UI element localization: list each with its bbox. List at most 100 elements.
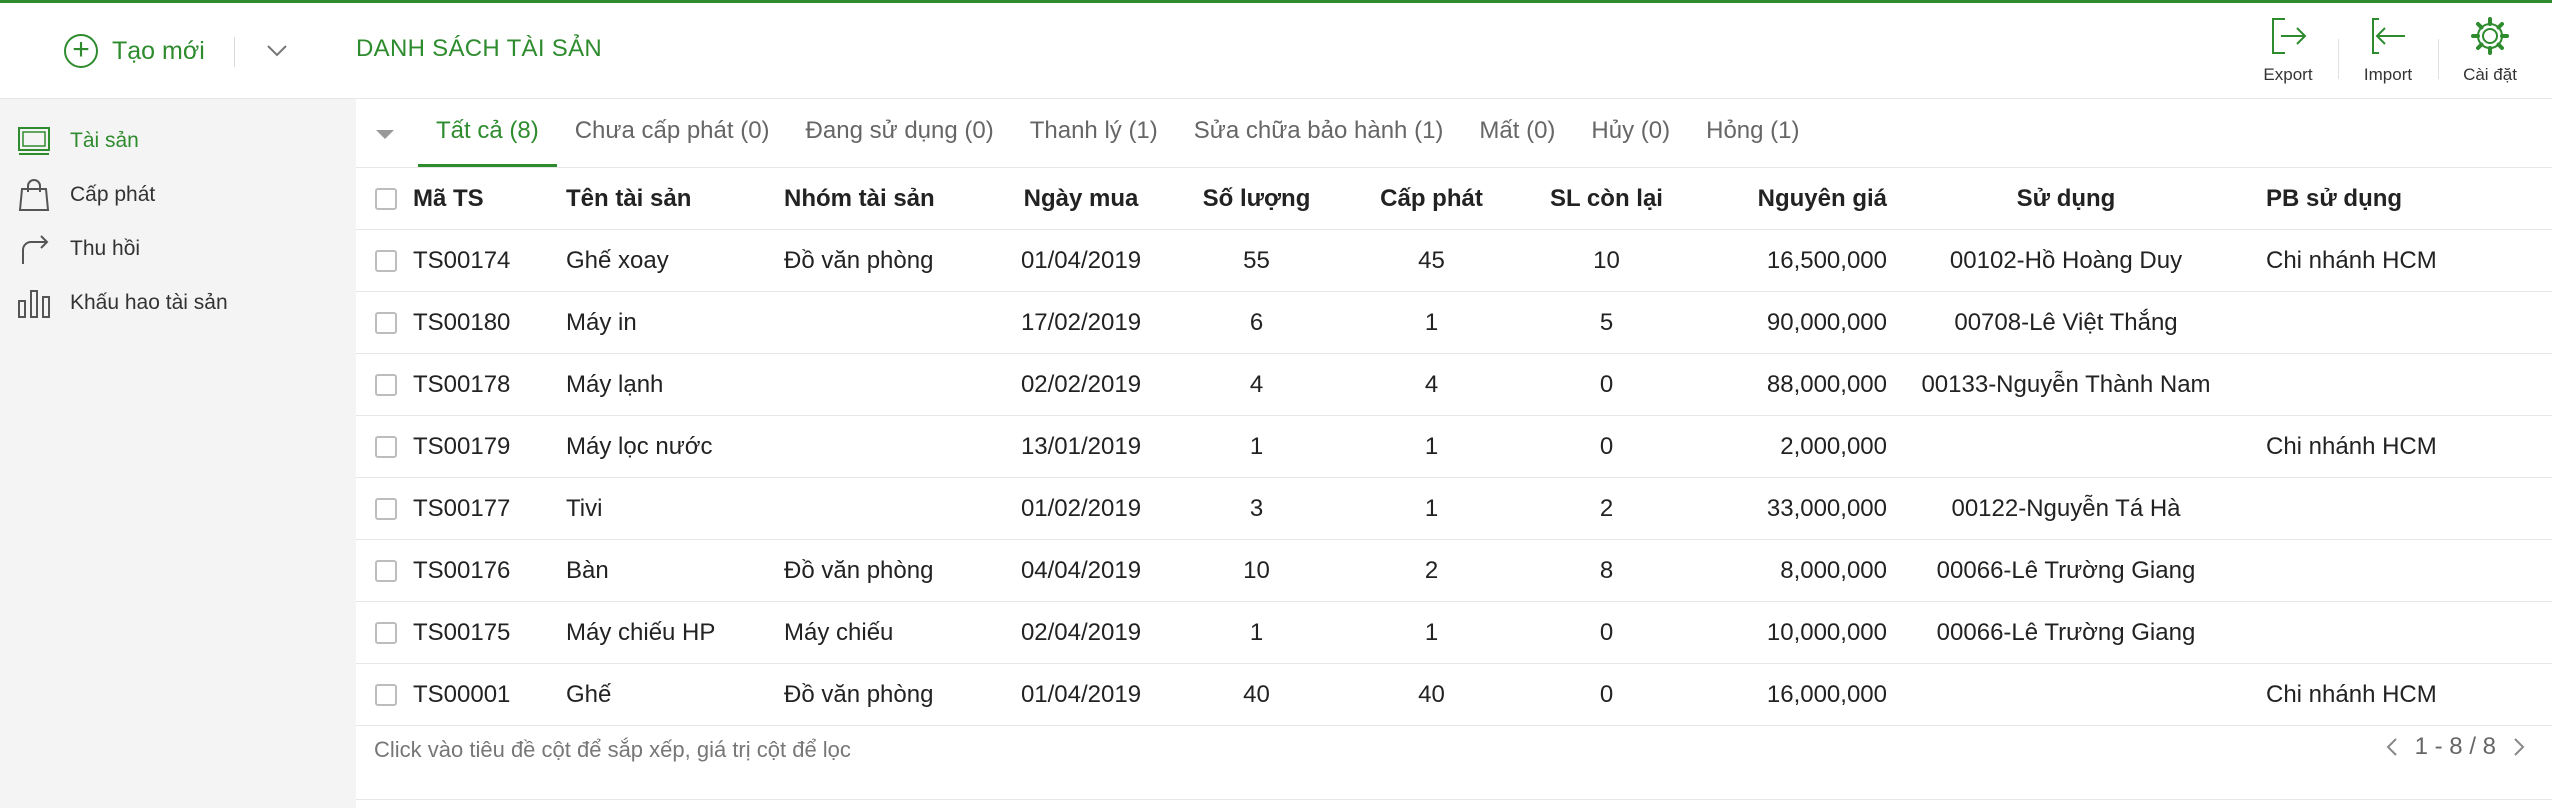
cell-purchase-date[interactable]: 17/02/2019 — [993, 291, 1169, 354]
cell-allocated[interactable]: 40 — [1344, 663, 1519, 726]
cell-asset-code[interactable]: TS00180 — [412, 291, 565, 354]
cell-department[interactable] — [2244, 539, 2552, 602]
cell-asset-name[interactable]: Bàn — [565, 539, 783, 602]
table-row[interactable]: TS00178 Máy lạnh 02/02/2019 4 4 0 88,000,000 00… — [356, 353, 2552, 416]
tab-thanh-ly[interactable]: Thanh lý (1) — [1012, 99, 1176, 167]
tab-tat-ca[interactable]: Tất cả (8) — [418, 99, 557, 167]
cell-purchase-date[interactable]: 01/04/2019 — [993, 229, 1169, 292]
next-page-icon[interactable] — [2506, 729, 2532, 765]
tab-huy[interactable]: Hủy (0) — [1573, 99, 1688, 167]
cell-asset-group[interactable]: Máy chiếu — [783, 601, 993, 664]
table-row[interactable]: TS00001 Ghế Đồ văn phòng 01/04/2019 40 40 0 16,… — [356, 663, 2552, 726]
table-row[interactable]: TS00176 Bàn Đồ văn phòng 04/04/2019 10 2 8 8,00… — [356, 539, 2552, 602]
cell-user[interactable] — [1888, 663, 2244, 726]
cell-remaining[interactable]: 5 — [1519, 291, 1694, 354]
cell-purchase-date[interactable]: 13/01/2019 — [993, 415, 1169, 478]
cell-remaining[interactable]: 0 — [1519, 415, 1694, 478]
cell-department[interactable]: Chi nhánh HCM — [2244, 663, 2552, 726]
cell-quantity[interactable]: 6 — [1169, 291, 1344, 354]
tab-hong[interactable]: Hỏng (1) — [1688, 99, 1817, 167]
row-checkbox[interactable] — [375, 559, 397, 582]
row-checkbox[interactable] — [375, 497, 397, 520]
export-button[interactable]: Export — [2253, 13, 2323, 85]
cell-asset-group[interactable] — [783, 477, 993, 540]
table-row[interactable]: TS00179 Máy lọc nước 13/01/2019 1 1 0 2,000,00… — [356, 415, 2552, 478]
cell-remaining[interactable]: 0 — [1519, 601, 1694, 664]
column-header-so-luong[interactable]: Số lượng — [1169, 168, 1344, 230]
create-new-button[interactable]: + Tạo mới — [64, 31, 205, 71]
cell-asset-name[interactable]: Ghế — [565, 663, 783, 726]
cell-original-price[interactable]: 16,000,000 — [1694, 663, 1888, 726]
cell-asset-group[interactable] — [783, 291, 993, 354]
cell-asset-name[interactable]: Tivi — [565, 477, 783, 540]
cell-asset-name[interactable]: Máy lạnh — [565, 353, 783, 416]
column-header-ngay-mua[interactable]: Ngày mua — [993, 168, 1169, 230]
cell-user[interactable]: 00066-Lê Trường Giang — [1888, 601, 2244, 664]
cell-allocated[interactable]: 4 — [1344, 353, 1519, 416]
row-checkbox[interactable] — [375, 311, 397, 334]
cell-quantity[interactable]: 4 — [1169, 353, 1344, 416]
cell-asset-group[interactable]: Đồ văn phòng — [783, 229, 993, 292]
table-row[interactable]: TS00175 Máy chiếu HP Máy chiếu 02/04/2019 1 1… — [356, 601, 2552, 664]
cell-department[interactable] — [2244, 601, 2552, 664]
cell-quantity[interactable]: 1 — [1169, 415, 1344, 478]
cell-asset-group[interactable]: Đồ văn phòng — [783, 539, 993, 602]
cell-allocated[interactable]: 1 — [1344, 477, 1519, 540]
row-checkbox[interactable] — [375, 249, 397, 272]
cell-asset-group[interactable]: Đồ văn phòng — [783, 663, 993, 726]
cell-purchase-date[interactable]: 04/04/2019 — [993, 539, 1169, 602]
sidebar-item-tai-san[interactable]: Tài sản — [16, 123, 336, 159]
cell-user[interactable]: 00133-Nguyễn Thành Nam — [1888, 353, 2244, 416]
tab-dang-su-dung[interactable]: Đang sử dụng (0) — [788, 99, 1012, 167]
cell-asset-group[interactable] — [783, 353, 993, 416]
cell-asset-code[interactable]: TS00179 — [412, 415, 565, 478]
cell-asset-code[interactable]: TS00001 — [412, 663, 565, 726]
cell-user[interactable] — [1888, 415, 2244, 478]
cell-remaining[interactable]: 0 — [1519, 663, 1694, 726]
cell-department[interactable]: Chi nhánh HCM — [2244, 229, 2552, 292]
cell-purchase-date[interactable]: 01/04/2019 — [993, 663, 1169, 726]
cell-original-price[interactable]: 8,000,000 — [1694, 539, 1888, 602]
cell-asset-name[interactable]: Máy chiếu HP — [565, 601, 783, 664]
cell-user[interactable]: 00708-Lê Việt Thắng — [1888, 291, 2244, 354]
tab-sua-chua-bao-hanh[interactable]: Sửa chữa bảo hành (1) — [1176, 99, 1462, 167]
column-header-nguyen-gia[interactable]: Nguyên giá — [1694, 168, 1888, 230]
cell-allocated[interactable]: 2 — [1344, 539, 1519, 602]
column-header-ma-ts[interactable]: Mã TS — [412, 168, 565, 230]
cell-allocated[interactable]: 1 — [1344, 291, 1519, 354]
column-header-ten-tai-san[interactable]: Tên tài sản — [565, 168, 783, 230]
row-checkbox[interactable] — [375, 621, 397, 644]
cell-asset-name[interactable]: Ghế xoay — [565, 229, 783, 292]
cell-remaining[interactable]: 8 — [1519, 539, 1694, 602]
cell-remaining[interactable]: 10 — [1519, 229, 1694, 292]
cell-original-price[interactable]: 2,000,000 — [1694, 415, 1888, 478]
column-header-su-dung[interactable]: Sử dụng — [1888, 168, 2244, 230]
cell-quantity[interactable]: 40 — [1169, 663, 1344, 726]
cell-department[interactable]: Chi nhánh HCM — [2244, 415, 2552, 478]
cell-asset-code[interactable]: TS00177 — [412, 477, 565, 540]
cell-quantity[interactable]: 1 — [1169, 601, 1344, 664]
cell-asset-code[interactable]: TS00176 — [412, 539, 565, 602]
cell-allocated[interactable]: 1 — [1344, 415, 1519, 478]
cell-purchase-date[interactable]: 02/04/2019 — [993, 601, 1169, 664]
column-header-nhom-tai-san[interactable]: Nhóm tài sản — [783, 168, 993, 230]
cell-original-price[interactable]: 16,500,000 — [1694, 229, 1888, 292]
cell-quantity[interactable]: 3 — [1169, 477, 1344, 540]
cell-user[interactable]: 00122-Nguyễn Tá Hà — [1888, 477, 2244, 540]
column-header-sl-con-lai[interactable]: SL còn lại — [1519, 168, 1694, 230]
sidebar-item-khau-hao[interactable]: Khấu hao tài sản — [16, 285, 336, 321]
cell-department[interactable] — [2244, 477, 2552, 540]
cell-purchase-date[interactable]: 01/02/2019 — [993, 477, 1169, 540]
cell-department[interactable] — [2244, 291, 2552, 354]
caret-down-icon[interactable] — [374, 123, 396, 145]
cell-quantity[interactable]: 10 — [1169, 539, 1344, 602]
cell-asset-code[interactable]: TS00178 — [412, 353, 565, 416]
cell-original-price[interactable]: 88,000,000 — [1694, 353, 1888, 416]
table-row[interactable]: TS00177 Tivi 01/02/2019 3 1 2 33,000,000 00122-… — [356, 477, 2552, 540]
tab-chua-cap-phat[interactable]: Chưa cấp phát (0) — [557, 99, 788, 167]
cell-allocated[interactable]: 45 — [1344, 229, 1519, 292]
cell-original-price[interactable]: 33,000,000 — [1694, 477, 1888, 540]
cell-quantity[interactable]: 55 — [1169, 229, 1344, 292]
cell-asset-code[interactable]: TS00174 — [412, 229, 565, 292]
cell-original-price[interactable]: 10,000,000 — [1694, 601, 1888, 664]
